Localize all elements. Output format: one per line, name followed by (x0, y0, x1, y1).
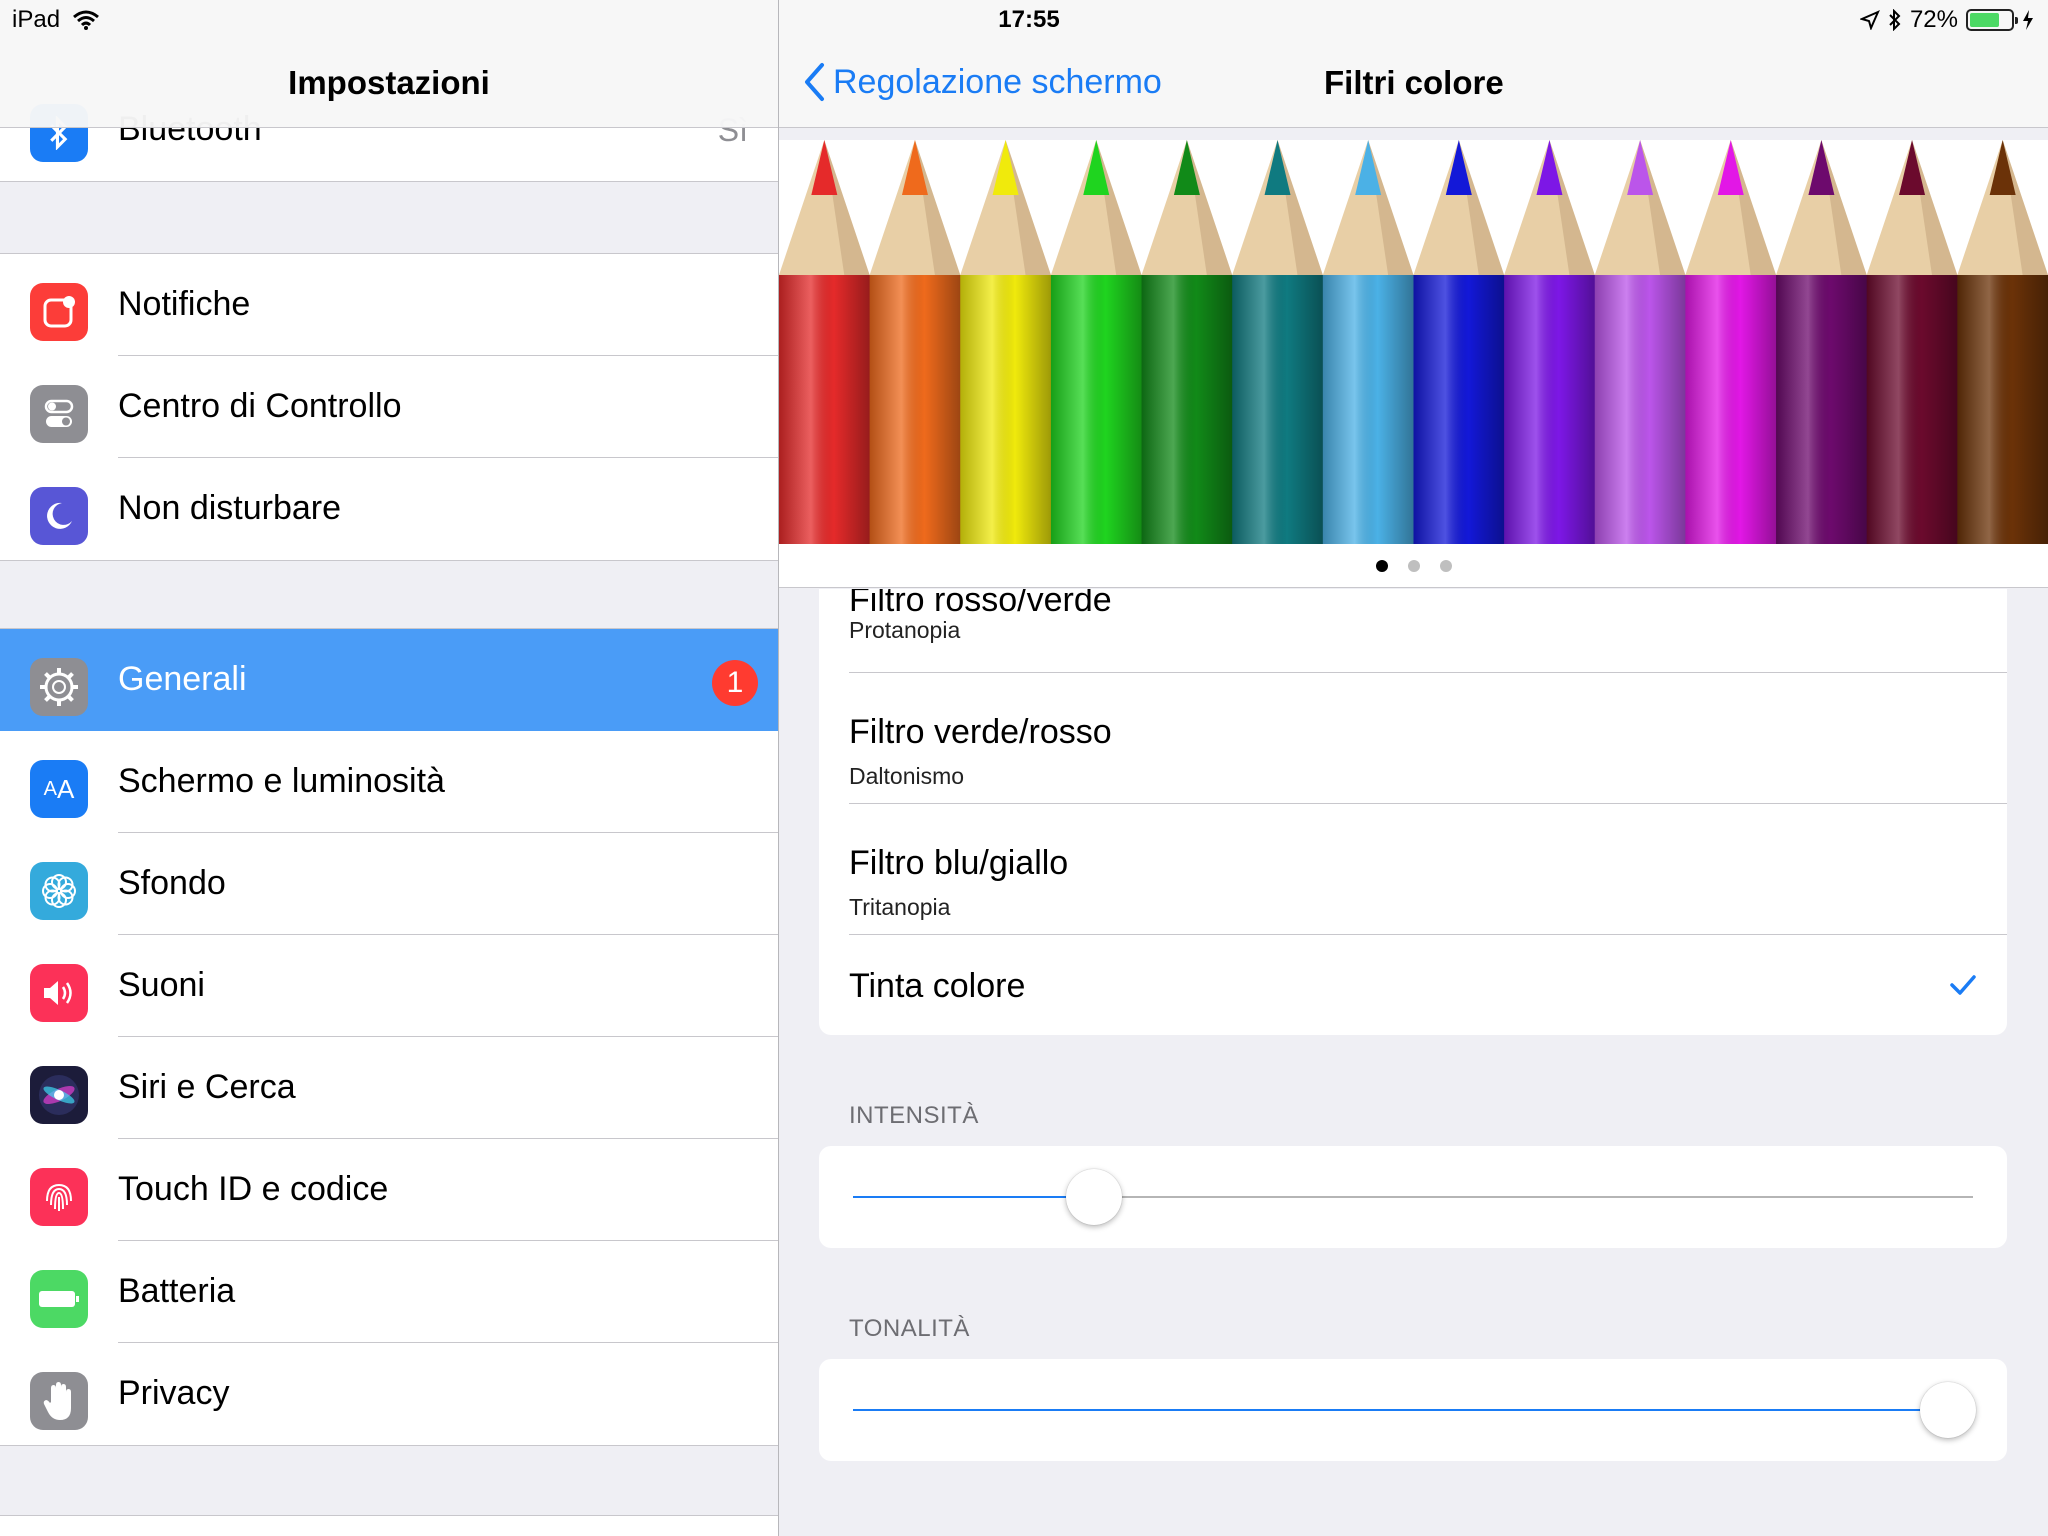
sidebar-item-label: Generali (118, 660, 247, 698)
gear-icon (30, 658, 88, 716)
location-icon (1859, 10, 1880, 30)
sidebar-group-next (0, 1515, 778, 1536)
fingerprint-icon (30, 1168, 88, 1226)
filter-option-protanopia[interactable]: Filtro rosso/verde Protanopia (819, 589, 2007, 673)
page-dot (1407, 559, 1420, 572)
split-divider (778, 0, 779, 1536)
page-dot (1375, 559, 1388, 572)
speaker-icon (30, 964, 88, 1022)
wallpaper-icon (30, 862, 88, 920)
page-dot (1439, 559, 1452, 572)
filter-options-list: Filtro rosso/verde Protanopia Filtro ver… (819, 589, 2007, 1035)
filter-option-tritanopia[interactable]: Filtro blu/giallo Tritanopia (819, 804, 2007, 935)
detail-title: Filtri colore (1324, 64, 1504, 101)
detail-pane: Regolazione schermo Filtri colore Filtro… (779, 0, 2048, 1536)
sidebar-item-label: Touch ID e codice (118, 1170, 389, 1208)
intensity-header: INTENSITÀ (849, 1102, 979, 1129)
hue-slider[interactable] (853, 1382, 1977, 1438)
hue-slider-thumb[interactable] (1920, 1382, 1977, 1438)
battery-icon (30, 1270, 88, 1328)
charging-icon (2023, 10, 2033, 30)
hue-header: TONALITÀ (849, 1315, 970, 1342)
pencil (779, 140, 871, 544)
sidebar-item-label: Siri e Cerca (118, 1068, 296, 1106)
pencil (1776, 140, 1868, 544)
pencil (1866, 140, 1958, 544)
intensity-slider[interactable] (853, 1169, 1973, 1225)
sidebar-item-suoni[interactable]: Suoni (0, 935, 778, 1037)
battery-icon (1966, 9, 2018, 31)
sidebar-item-label: Schermo e luminosità (118, 762, 445, 800)
sidebar-item-label: Suoni (118, 966, 205, 1004)
sidebar-item-touch-id-e-codice[interactable]: Touch ID e codice (0, 1139, 778, 1241)
pencils-image (779, 140, 2048, 544)
sidebar-item-label: Notifiche (118, 285, 251, 323)
sidebar-item-label: Centro di Controllo (118, 387, 402, 425)
pencil (1413, 140, 1505, 544)
color-pencils-preview[interactable] (779, 140, 2048, 544)
moon-icon (30, 487, 88, 545)
back-label: Regolazione schermo (833, 62, 1162, 101)
bluetooth-icon (1889, 9, 1901, 31)
sidebar-item-label: Privacy (118, 1374, 230, 1412)
filter-option-title: Filtro rosso/verde (849, 589, 1112, 619)
sidebar-item-schermo-e-luminosita[interactable]: AA Schermo e luminosità (0, 731, 778, 833)
hand-icon (30, 1372, 88, 1430)
filter-option-title: Filtro verde/rosso (849, 713, 1112, 751)
sidebar-item-sfondo[interactable]: Sfondo (0, 833, 778, 935)
filter-option-title: Filtro blu/giallo (849, 844, 1069, 882)
pencil (960, 140, 1052, 544)
notifications-icon (30, 283, 88, 341)
filter-option-title: Tinta colore (849, 967, 1026, 1005)
chevron-left-icon (805, 63, 824, 101)
sidebar-item-siri-e-cerca[interactable]: Siri e Cerca (0, 1037, 778, 1139)
sidebar-item-label: Batteria (118, 1272, 236, 1310)
filter-option-subtitle: Protanopia (849, 617, 961, 643)
back-button[interactable]: Regolazione schermo (803, 62, 1162, 102)
pencil (1322, 140, 1414, 544)
pencil (1504, 140, 1596, 544)
sidebar-group-general: Generali 1 AA Schermo e luminosità Sfond… (0, 628, 778, 1446)
intensity-slider-thumb[interactable] (1065, 1169, 1122, 1225)
sidebar-item-privacy[interactable]: Privacy (0, 1343, 778, 1445)
sidebar-group-notifications: Notifiche Centro di Controllo Non distur… (0, 253, 778, 561)
sidebar-item-label: Non disturbare (118, 489, 342, 527)
hue-slider-card (819, 1359, 2007, 1461)
sidebar-item-label: Sfondo (118, 864, 226, 902)
display-icon: AA (30, 760, 88, 818)
control-center-icon (30, 385, 88, 443)
intensity-slider-card (819, 1146, 2007, 1248)
checkmark-icon (1950, 975, 1976, 995)
sidebar-title: Impostazioni (288, 64, 490, 101)
filter-option-deuteranopia[interactable]: Filtro verde/rosso Daltonismo (819, 673, 2007, 804)
pencil (1594, 140, 1686, 544)
filter-option-subtitle: Tritanopia (849, 894, 951, 920)
settings-sidebar: Impostazioni Bluetooth Sì Notifiche Cent… (0, 0, 778, 1536)
pencil (1050, 140, 1143, 544)
status-bar: iPad 17:55 72% (0, 0, 2048, 40)
pencil (1232, 140, 1324, 544)
sidebar-item-notifiche[interactable]: Notifiche (0, 254, 778, 356)
filter-option-tinta-colore[interactable]: Tinta colore (819, 935, 2007, 1035)
sidebar-item-centro-di-controllo[interactable]: Centro di Controllo (0, 356, 778, 458)
filter-option-subtitle: Daltonismo (849, 763, 965, 789)
status-time: 17:55 (998, 6, 1060, 33)
notification-badge: 1 (712, 660, 758, 706)
sidebar-item-generali[interactable]: Generali 1 (0, 629, 778, 731)
pencil (1957, 140, 2048, 544)
pencil (1141, 140, 1233, 544)
sidebar-item-batteria[interactable]: Batteria (0, 1241, 778, 1343)
pencil (1685, 140, 1777, 544)
siri-icon (30, 1066, 88, 1124)
pencil (869, 140, 961, 544)
sidebar-item-non-disturbare[interactable]: Non disturbare (0, 458, 778, 560)
page-control[interactable] (779, 544, 2048, 588)
battery-percent: 72% (1909, 6, 1958, 33)
